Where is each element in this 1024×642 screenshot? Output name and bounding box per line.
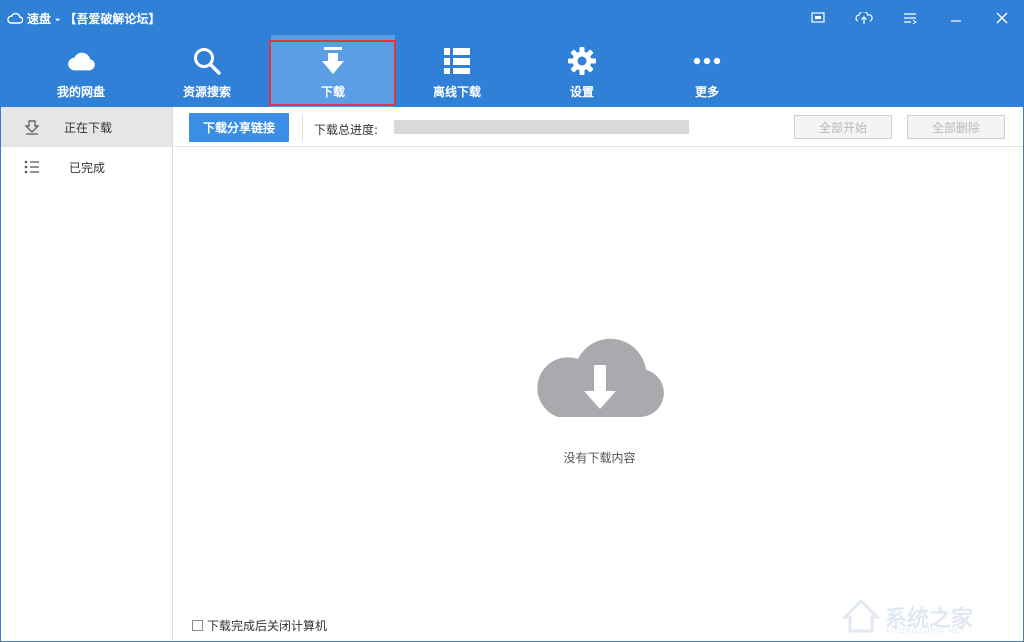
sidebar-item-downloading[interactable]: 正在下载 — [1, 107, 172, 147]
sidebar-item-label: 正在下载 — [64, 121, 113, 135]
app-logo-icon — [7, 9, 24, 28]
watermark-logo: 系统之家 XITONGZHIJIA.NET — [841, 597, 1017, 639]
watermark-subtext: XITONGZHIJIA.NET — [885, 627, 966, 635]
gear-icon — [567, 46, 597, 76]
total-progress-bar — [394, 120, 689, 134]
nav-label: 下载 — [320, 85, 345, 99]
nav-resource-search[interactable]: 资源搜索 — [145, 35, 269, 107]
title-wrap: 速盘 - 【吾爱破解论坛】 — [7, 9, 160, 27]
sidebar: 正在下载 已完成 — [1, 107, 173, 641]
list-bullets-icon — [23, 158, 41, 176]
start-all-button[interactable]: 全部开始 — [794, 115, 892, 139]
title-bar[interactable]: 速盘 - 【吾爱破解论坛】 — [1, 1, 1023, 35]
window-title: 速盘 - 【吾爱破解论坛】 — [27, 11, 161, 26]
skin-icon[interactable] — [795, 1, 841, 35]
nav-label: 设置 — [569, 85, 594, 99]
toolbar-divider — [302, 115, 303, 141]
nav-more[interactable]: 更多 — [645, 35, 769, 107]
nav-label: 离线下载 — [432, 85, 481, 99]
sidebar-item-completed[interactable]: 已完成 — [1, 147, 172, 187]
nav-my-disk[interactable]: 我的网盘 — [19, 35, 143, 107]
empty-cloud-download-icon — [534, 335, 666, 423]
watermark-house-icon — [841, 598, 881, 633]
menu-icon[interactable] — [887, 1, 933, 35]
nav-label: 资源搜索 — [182, 85, 231, 99]
download-share-link-button[interactable]: 下载分享链接 — [189, 113, 289, 142]
download-arrow-icon — [23, 118, 41, 136]
search-icon — [192, 46, 222, 76]
delete-all-button[interactable]: 全部删除 — [907, 115, 1005, 139]
sidebar-item-label: 已完成 — [69, 161, 106, 175]
more-icon — [692, 46, 722, 76]
list-icon — [442, 46, 472, 76]
cloud-icon — [66, 46, 96, 76]
download-toolbar: 下载分享链接 下载总进度: 全部开始 全部删除 — [174, 107, 1023, 147]
download-icon — [318, 46, 348, 76]
empty-state-text: 没有下载内容 — [563, 451, 636, 465]
shutdown-label: 下载完成后关闭计算机 — [207, 619, 328, 633]
shutdown-checkbox[interactable] — [192, 620, 203, 631]
upload-icon[interactable] — [841, 1, 887, 35]
window-controls — [795, 1, 1023, 35]
download-list-area: 没有下载内容 下载完成后关闭计算机 — [174, 147, 1023, 641]
nav-label: 更多 — [694, 85, 719, 99]
total-progress-label: 下载总进度: — [314, 123, 379, 137]
main-nav: 我的网盘 资源搜索 下载 离线下载 设置 更多 — [1, 35, 1023, 107]
close-icon[interactable] — [979, 1, 1023, 35]
app-window: 速盘 - 【吾爱破解论坛】 我的网盘 资源搜索 下载 离线下载 设置 更多 正在… — [0, 0, 1024, 642]
nav-settings[interactable]: 设置 — [520, 35, 644, 107]
nav-offline-download[interactable]: 离线下载 — [395, 35, 519, 107]
nav-label: 我的网盘 — [56, 85, 105, 99]
nav-download[interactable]: 下载 — [271, 35, 395, 107]
minimize-icon[interactable] — [933, 1, 979, 35]
shutdown-option[interactable]: 下载完成后关闭计算机 — [192, 617, 327, 634]
